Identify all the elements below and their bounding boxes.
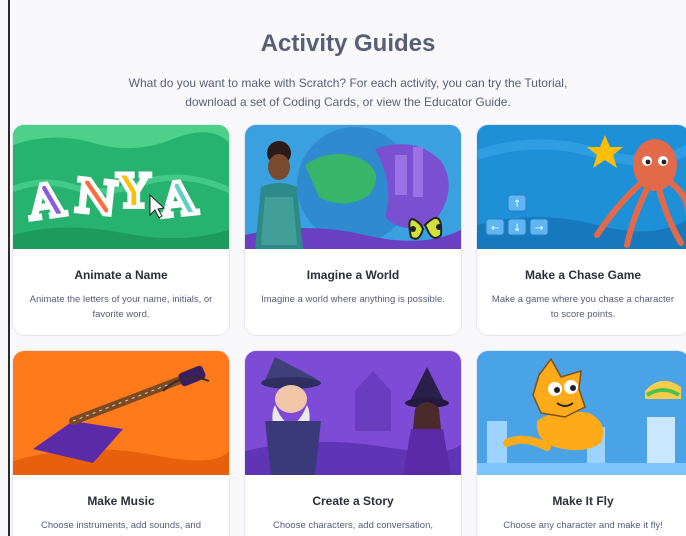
page-header: Activity Guides What do you want to make…: [10, 0, 686, 112]
card-description: Choose any character and make it fly!: [503, 520, 663, 531]
card-title[interactable]: Animate a Name: [13, 268, 229, 282]
page-subtitle: What do you want to make with Scratch? F…: [128, 76, 568, 109]
animate-a-name-thumbnail[interactable]: A N Y A: [13, 125, 229, 249]
flying-cat-illustration: [477, 351, 686, 475]
activity-card-animate-a-name[interactable]: A N Y A Animate a Name Animate the lette…: [12, 124, 230, 336]
create-a-story-thumbnail[interactable]: [245, 351, 461, 475]
card-title[interactable]: Make It Fly: [477, 494, 686, 508]
card-title[interactable]: Create a Story: [245, 494, 461, 508]
story-illustration: [245, 351, 461, 475]
svg-text:←: ←: [491, 223, 499, 234]
svg-text:↑: ↑: [513, 199, 521, 210]
activity-card-imagine-a-world[interactable]: Imagine a World Imagine a world where an…: [244, 124, 462, 336]
svg-text:A: A: [157, 170, 200, 228]
activity-card-make-it-fly[interactable]: Make It Fly Choose any character and mak…: [476, 350, 686, 536]
world-illustration: [245, 125, 461, 249]
chase-game-illustration: ↑ ← ↓ →: [477, 125, 686, 249]
activity-card-make-music[interactable]: Make Music Choose instruments, add sound…: [12, 350, 230, 536]
card-title[interactable]: Make a Chase Game: [477, 268, 686, 282]
svg-text:→: →: [535, 223, 543, 234]
anya-letters-illustration: A N Y A: [13, 125, 229, 249]
make-a-chase-game-thumbnail[interactable]: ↑ ← ↓ →: [477, 125, 686, 249]
svg-text:↓: ↓: [513, 223, 521, 234]
svg-text:N: N: [73, 168, 120, 226]
anya-image-text: A N Y A: [22, 162, 202, 233]
imagine-a-world-thumbnail[interactable]: [245, 125, 461, 249]
svg-text:Y: Y: [116, 164, 151, 218]
activity-card-create-a-story[interactable]: Create a Story Choose characters, add co…: [244, 350, 462, 536]
card-description: Imagine a world where anything is possib…: [261, 294, 445, 305]
card-description: Make a game where you chase a character …: [491, 294, 675, 320]
make-it-fly-thumbnail[interactable]: [477, 351, 686, 475]
card-description: Animate the letters of your name, initia…: [29, 294, 213, 320]
make-music-thumbnail[interactable]: [13, 351, 229, 475]
activity-card-make-a-chase-game[interactable]: ↑ ← ↓ → Make a Chase Game Make a game wh…: [476, 124, 686, 336]
card-description: Choose characters, add conversation,: [272, 520, 433, 531]
guitar-illustration: [13, 351, 229, 475]
activity-guides-page: Activity Guides What do you want to make…: [0, 0, 686, 536]
card-title[interactable]: Imagine a World: [245, 268, 461, 282]
card-title[interactable]: Make Music: [13, 494, 229, 508]
page-title: Activity Guides: [260, 30, 436, 57]
card-description: Choose instruments, add sounds, and: [40, 520, 201, 531]
